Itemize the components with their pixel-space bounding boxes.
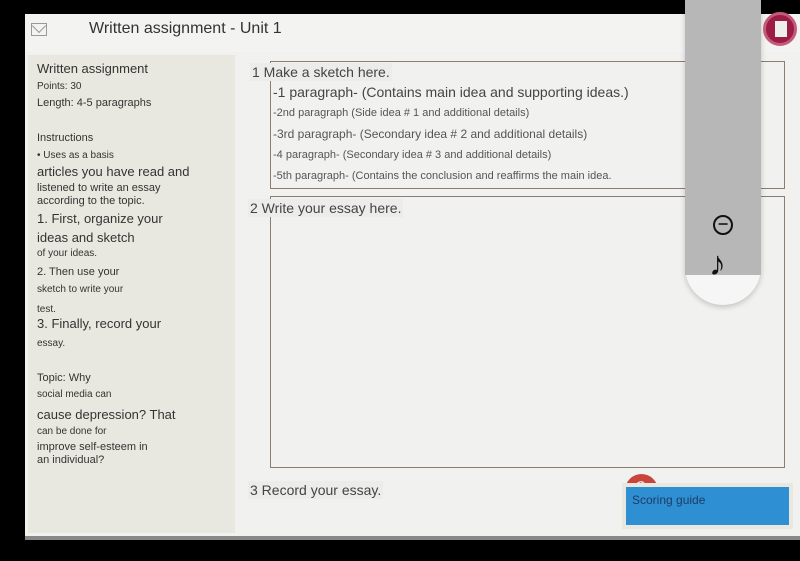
instruction-line: 1. First, organize your xyxy=(37,210,163,226)
assignment-sidebar: Written assignment Points: 30 Length: 4-… xyxy=(28,55,235,533)
instruction-line: 3. Finally, record your xyxy=(37,316,162,332)
mail-icon[interactable] xyxy=(31,23,47,36)
instruction-line: according to the topic. xyxy=(37,194,145,207)
zoom-out-icon[interactable]: − xyxy=(713,215,733,235)
sketch-label: 1 Make a sketch here. xyxy=(250,63,392,81)
app-window: Written assignment - Unit 1 Written assi… xyxy=(25,14,800,540)
instruction-line: articles you have read and xyxy=(37,163,190,179)
instruction-line: of your ideas. xyxy=(37,248,98,260)
topic-line: Topic: Why xyxy=(37,371,91,384)
instruction-line: test. xyxy=(37,304,56,316)
music-note-icon[interactable]: ♪ xyxy=(709,245,726,284)
topic-line: improve self-esteem in xyxy=(37,440,148,453)
instruction-line: sketch to write your xyxy=(37,284,124,296)
record-label: 3 Record your essay. xyxy=(248,481,384,499)
topic-line: can be done for xyxy=(37,425,107,437)
topic-line: social media can xyxy=(37,389,112,401)
topic-line: cause depression? That xyxy=(37,407,176,423)
instruction-line: listened to write an essay xyxy=(37,181,161,194)
instruction-line: essay. xyxy=(37,337,66,349)
instructions-heading: Instructions xyxy=(37,131,94,144)
header: Written assignment - Unit 1 xyxy=(25,14,800,52)
essay-label: 2 Write your essay here. xyxy=(248,199,404,217)
assignment-heading: Written assignment xyxy=(37,61,149,76)
instruction-line: ideas and sketch xyxy=(37,229,135,245)
instruction-line: 2. Then use your xyxy=(37,266,120,279)
points: Points: 30 xyxy=(37,80,82,92)
topic-line: an individual? xyxy=(37,453,105,466)
page-title: Written assignment - Unit 1 xyxy=(89,20,282,37)
length: Length: 4-5 paragraphs xyxy=(37,96,152,109)
scoring-guide-button[interactable]: Scoring guide xyxy=(622,483,793,529)
document-icon[interactable] xyxy=(763,12,797,46)
instruction-line: • Uses as a basis xyxy=(37,149,114,161)
floating-tool-panel: − ♪ xyxy=(685,0,761,305)
